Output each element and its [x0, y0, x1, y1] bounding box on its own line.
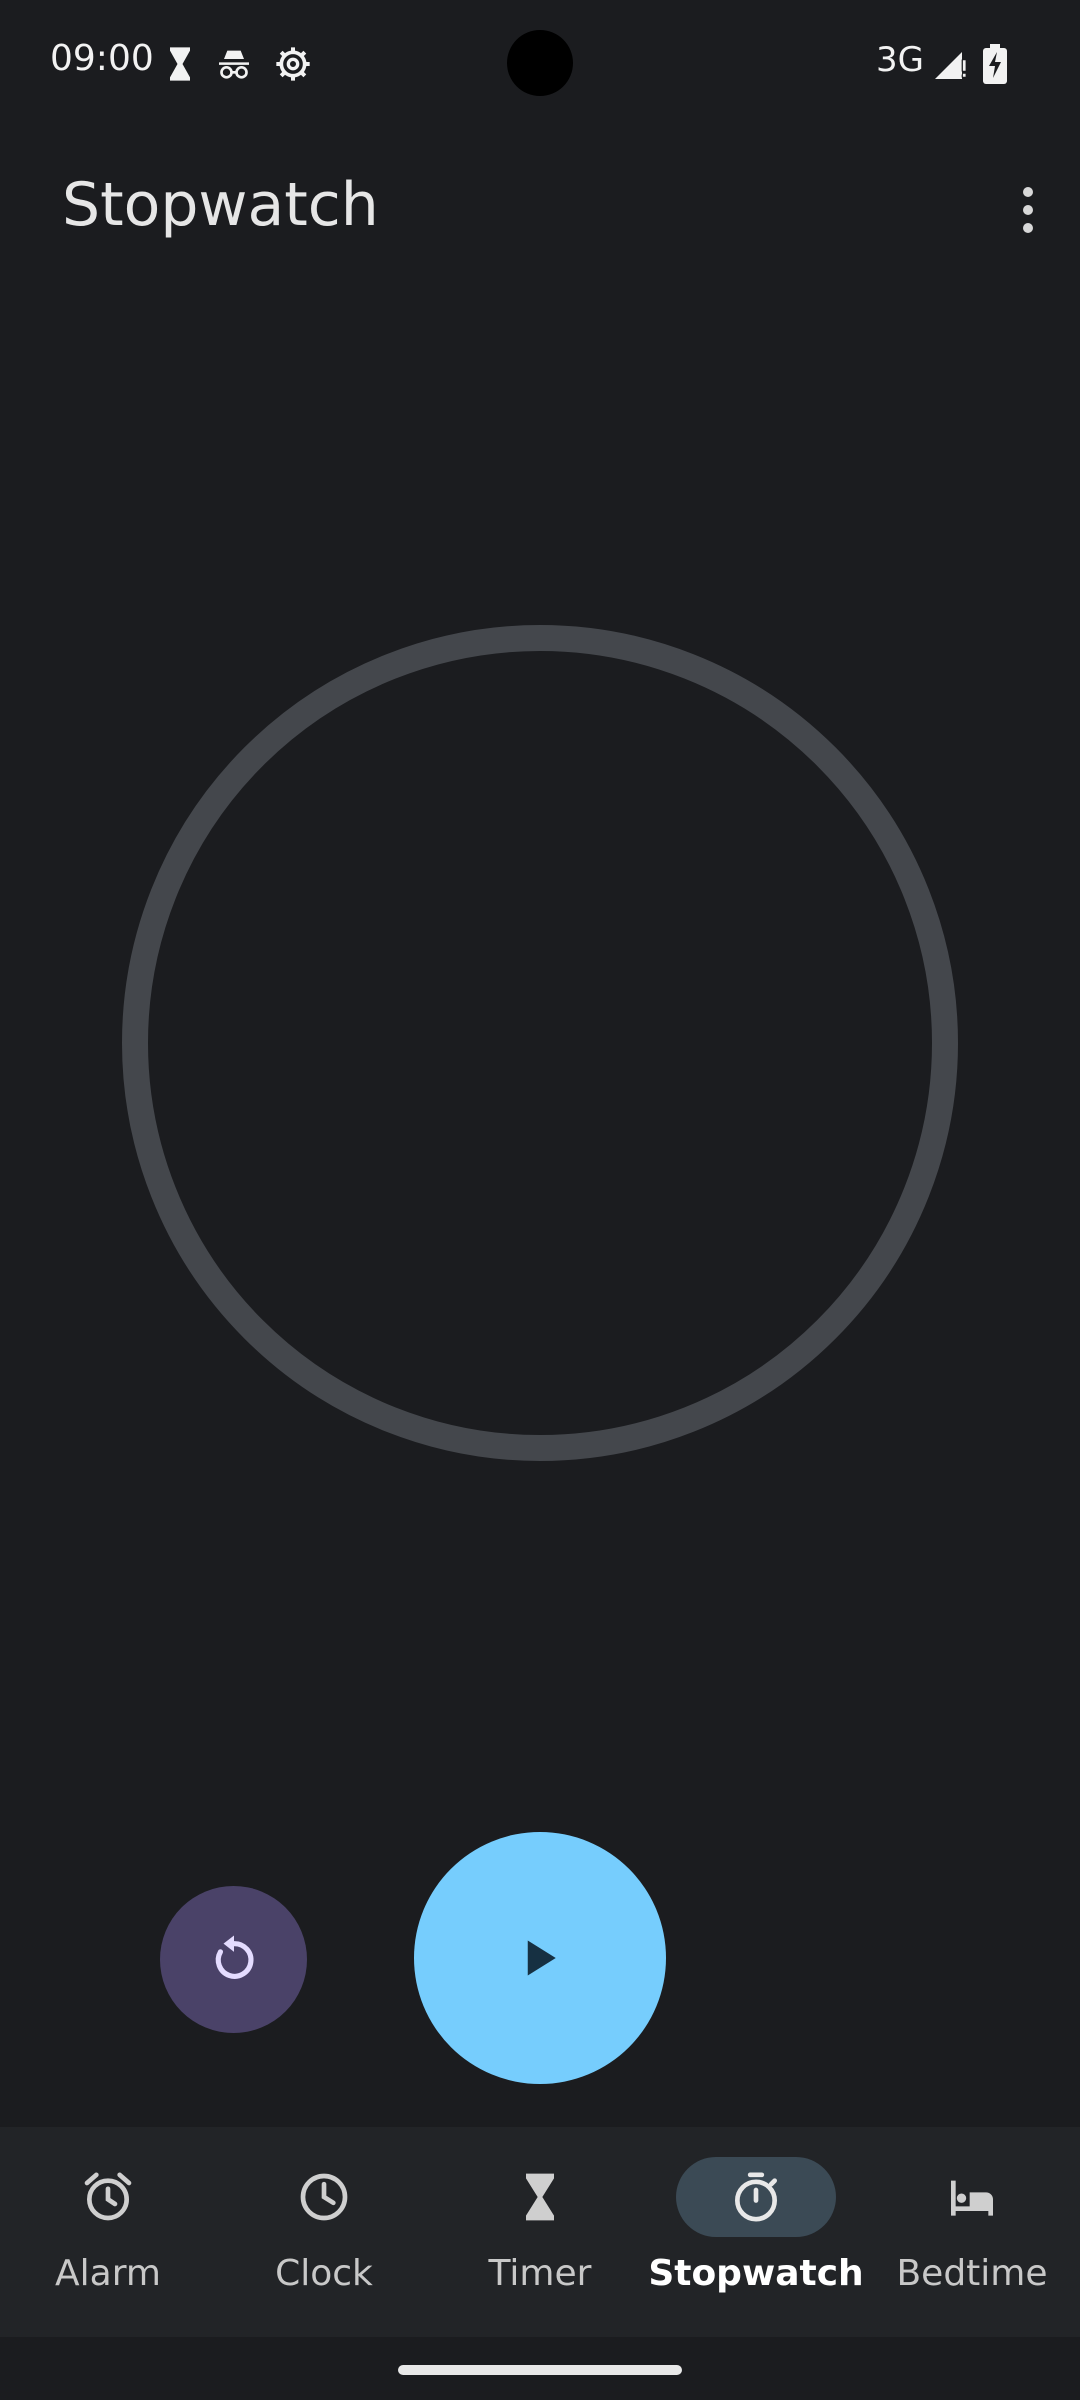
alarm-icon	[84, 2172, 132, 2221]
network-type: 3G	[876, 40, 924, 80]
hourglass-icon	[526, 2173, 554, 2221]
nav-label-alarm: Alarm	[55, 2253, 161, 2294]
nav-item-clock[interactable]: Clock	[216, 2127, 432, 2337]
more-options-button[interactable]	[975, 145, 1080, 275]
reset-button[interactable]	[160, 1886, 307, 2033]
camera-cutout	[507, 30, 573, 96]
nav-icon-container	[676, 2157, 836, 2237]
nav-icon-container	[244, 2157, 404, 2237]
start-button[interactable]	[414, 1832, 666, 2084]
nav-item-bedtime[interactable]: Bedtime	[864, 2127, 1080, 2337]
battery-charging-icon	[983, 44, 1007, 84]
nav-item-stopwatch[interactable]: Stopwatch	[648, 2127, 864, 2337]
reset-icon	[215, 1935, 254, 1979]
incognito-icon	[219, 50, 249, 79]
hourglass-icon	[170, 47, 190, 81]
bottom-navigation: Alarm Clock Timer Stopwatch Bedtime	[0, 2127, 1080, 2337]
clock-icon	[300, 2173, 348, 2221]
nav-item-timer[interactable]: Timer	[432, 2127, 648, 2337]
page-title: Stopwatch	[62, 170, 379, 240]
signal-icon	[935, 52, 966, 79]
nav-item-alarm[interactable]: Alarm	[0, 2127, 216, 2337]
nav-icon-container	[892, 2157, 1052, 2237]
nav-label-timer: Timer	[488, 2253, 592, 2294]
laps-list	[106, 1030, 974, 1660]
play-icon	[527, 1940, 556, 1976]
home-gesture-handle[interactable]	[398, 2365, 682, 2375]
status-time: 09:00	[50, 38, 154, 79]
nav-icon-container	[460, 2157, 620, 2237]
more-vert-icon	[1022, 187, 1033, 233]
nav-label-bedtime: Bedtime	[896, 2253, 1048, 2294]
bed-icon	[951, 2180, 993, 2216]
settings-gear-icon	[276, 47, 310, 81]
elapsed-time-display	[27, 453, 1054, 611]
nav-label-stopwatch: Stopwatch	[648, 2253, 864, 2294]
nav-label-clock: Clock	[275, 2253, 373, 2294]
stopwatch-icon	[735, 2172, 777, 2222]
nav-icon-container	[28, 2157, 188, 2237]
